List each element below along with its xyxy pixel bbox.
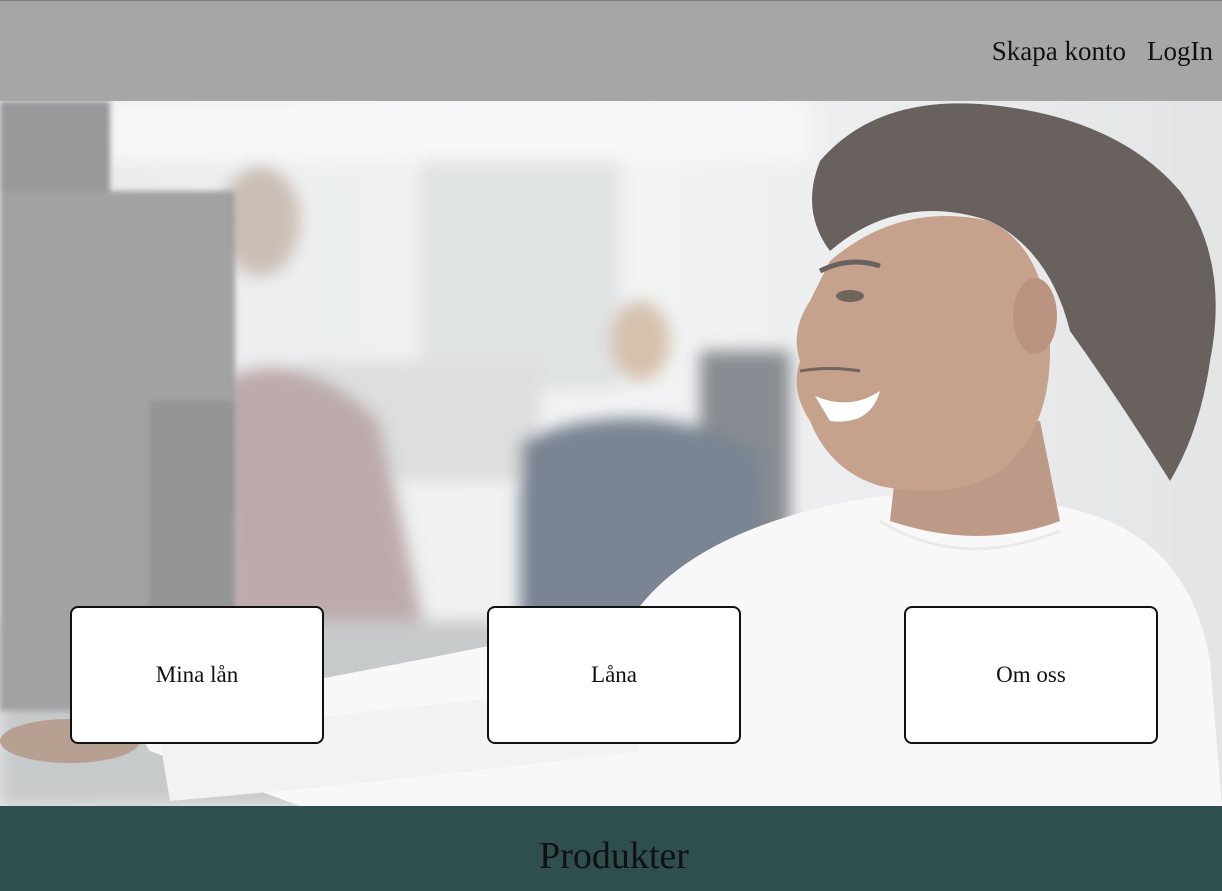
- top-navbar: Skapa konto LogIn: [0, 0, 1222, 101]
- nav-links: Skapa konto LogIn: [992, 35, 1213, 67]
- my-loans-button[interactable]: Mina lån: [70, 606, 324, 744]
- hero-section: Mina lån Låna Om oss: [0, 101, 1222, 806]
- products-section: Produkter: [0, 806, 1222, 891]
- create-account-link[interactable]: Skapa konto: [992, 35, 1126, 67]
- login-link[interactable]: LogIn: [1147, 35, 1213, 67]
- products-heading: Produkter: [539, 835, 689, 877]
- page: Skapa konto LogIn Mina lån Låna Om oss P…: [0, 0, 1222, 891]
- borrow-button[interactable]: Låna: [487, 606, 741, 744]
- about-us-button[interactable]: Om oss: [904, 606, 1158, 744]
